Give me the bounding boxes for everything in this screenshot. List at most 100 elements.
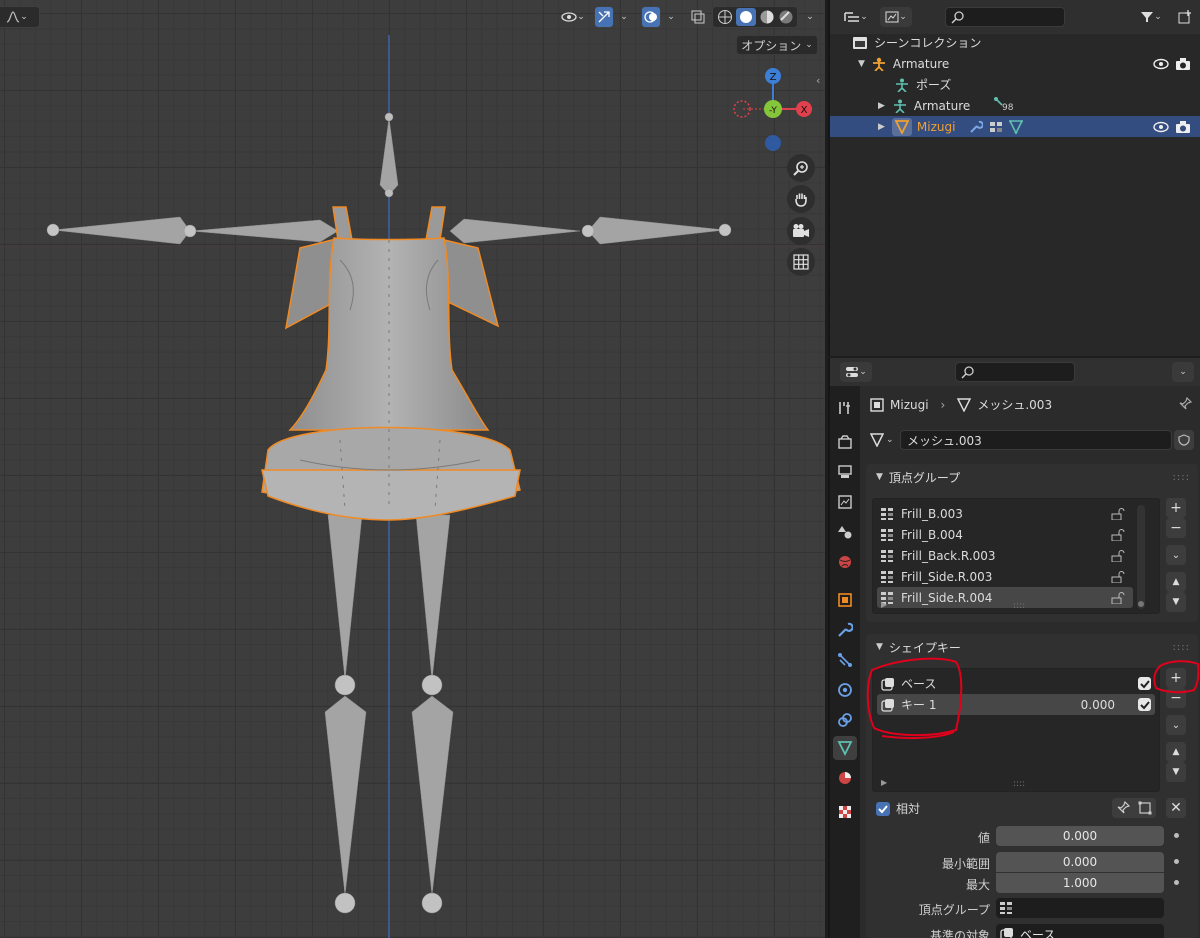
move-down-button[interactable]: ▼	[1166, 762, 1186, 782]
scene-render[interactable]	[0, 0, 825, 938]
pin-icon[interactable]	[1116, 801, 1130, 815]
outliner-item-pose[interactable]: ポーズ	[830, 74, 1200, 95]
move-down-button[interactable]: ▼	[1166, 592, 1186, 612]
shape-key-value[interactable]: 0.000	[1081, 698, 1115, 712]
xray-toggle-button[interactable]	[688, 6, 708, 28]
tab-render[interactable]	[833, 430, 857, 454]
list-item[interactable]: Frill_Back.R.003	[877, 545, 1133, 566]
tab-material[interactable]	[833, 766, 857, 790]
outliner-item-armature-data[interactable]: ▶ Armature 98	[830, 95, 1200, 116]
tab-modifiers[interactable]	[833, 618, 857, 642]
vertex-group-specials-button[interactable]: ⌄	[1166, 545, 1186, 565]
tab-particles[interactable]	[833, 648, 857, 672]
outliner-item-mizugi[interactable]: ▶ Mizugi	[830, 116, 1200, 137]
display-mode-dropdown[interactable]: ⌄	[880, 7, 912, 27]
unlocked-icon[interactable]	[1111, 528, 1125, 541]
new-collection-button[interactable]	[1174, 7, 1196, 27]
clear-shape-keys-button[interactable]: ✕	[1166, 798, 1186, 818]
shading-dropdown[interactable]: ⌄	[801, 6, 819, 28]
keyframe-dot-icon[interactable]	[1174, 880, 1179, 885]
shape-key-mute-checkbox[interactable]	[1138, 677, 1151, 690]
list-item[interactable]: ベース	[877, 673, 1155, 694]
scene-collection-row[interactable]: シーンコレクション	[830, 32, 1200, 53]
rendered-shading-icon[interactable]	[778, 9, 794, 25]
move-up-button[interactable]: ▲	[1166, 742, 1186, 762]
solid-shading-button[interactable]	[735, 8, 756, 26]
expand-triangle-icon[interactable]: ▶	[878, 101, 885, 111]
keyframe-dot-icon[interactable]	[1174, 859, 1179, 864]
eye-icon[interactable]	[1153, 121, 1169, 133]
edit-mode-icon[interactable]	[1138, 801, 1152, 815]
list-item[interactable]: キー 1 0.000	[877, 694, 1155, 715]
list-item[interactable]: Frill_B.004	[877, 524, 1133, 545]
tab-world[interactable]	[833, 550, 857, 574]
options-dropdown[interactable]: オプション ⌄	[736, 35, 818, 55]
add-vertex-group-button[interactable]: +	[1166, 498, 1186, 518]
unlocked-icon[interactable]	[1111, 549, 1125, 562]
outliner-search-input[interactable]	[945, 7, 1065, 27]
relative-to-field[interactable]: ベース	[996, 924, 1164, 938]
properties-search-input[interactable]	[955, 362, 1075, 382]
properties-options-dropdown[interactable]: ⌄	[1172, 362, 1194, 382]
proportional-editing-button[interactable]: ⌄	[0, 6, 40, 28]
ortho-toggle-button[interactable]	[787, 248, 815, 276]
list-item[interactable]: Frill_B.003	[877, 503, 1133, 524]
list-item[interactable]: Frill_Side.R.003	[877, 566, 1133, 587]
relative-toggle[interactable]: 相対	[876, 800, 920, 817]
shape-keys-list[interactable]: ベース キー 1 0.000 ▶ ::::	[872, 668, 1160, 792]
shape-key-specials-button[interactable]: ⌄	[1166, 715, 1186, 735]
tab-tool[interactable]	[833, 396, 857, 420]
drag-handle-icon[interactable]: ::::	[1173, 472, 1190, 483]
render-camera-icon[interactable]	[1175, 57, 1191, 71]
wrench-modifier-icon[interactable]	[969, 120, 984, 134]
outliner-item-armature[interactable]: ▼ Armature	[830, 53, 1200, 74]
relative-checkbox[interactable]	[876, 801, 890, 816]
tab-mesh-data[interactable]	[833, 736, 857, 760]
tab-view-layer[interactable]	[833, 490, 857, 514]
remove-vertex-group-button[interactable]: −	[1166, 518, 1186, 538]
tab-object[interactable]	[833, 588, 857, 612]
gizmo-dropdown[interactable]: ⌄	[616, 6, 632, 28]
pan-tool-button[interactable]	[787, 185, 815, 213]
expand-triangle-icon[interactable]: ▶	[881, 778, 887, 787]
vertex-group-field[interactable]	[996, 898, 1164, 918]
tab-constraints[interactable]	[833, 708, 857, 732]
unlocked-icon[interactable]	[1111, 507, 1125, 520]
zoom-tool-button[interactable]	[787, 154, 815, 182]
render-camera-icon[interactable]	[1175, 120, 1191, 134]
eye-icon[interactable]	[1153, 58, 1169, 70]
unlocked-icon[interactable]	[1111, 591, 1125, 604]
editor-type-dropdown[interactable]: ⌄	[840, 7, 872, 27]
expand-triangle-icon[interactable]: ▼	[858, 59, 865, 69]
add-shape-key-button[interactable]: +	[1166, 668, 1186, 688]
overlays-dropdown[interactable]: ⌄	[663, 6, 679, 28]
drag-handle-icon[interactable]: ::::	[1173, 642, 1190, 653]
gizmo-neg-z[interactable]	[765, 135, 781, 151]
move-up-button[interactable]: ▲	[1166, 572, 1186, 592]
mesh-data-icon[interactable]	[1009, 119, 1024, 134]
vertex-groups-header[interactable]: ▼ 頂点グループ ::::	[866, 464, 1198, 490]
sidebar-toggle-arrow[interactable]: ‹	[816, 74, 820, 87]
slider-max-field[interactable]: 1.000	[996, 873, 1164, 893]
mesh-browse-button[interactable]: ⌄	[870, 430, 898, 450]
overlays-toggle-button[interactable]	[641, 6, 661, 28]
object-visibility-button[interactable]: ⌄	[557, 6, 589, 28]
vertex-groups-icon[interactable]	[989, 120, 1003, 134]
editor-type-dropdown[interactable]: ⌄	[840, 362, 872, 382]
tab-texture[interactable]	[833, 800, 857, 824]
camera-view-button[interactable]	[787, 217, 815, 245]
list-item[interactable]: Frill_Side.R.004	[877, 587, 1133, 608]
remove-shape-key-button[interactable]: −	[1166, 688, 1186, 708]
shape-key-mute-checkbox[interactable]	[1138, 698, 1151, 711]
filter-dropdown[interactable]: ⌄	[1135, 7, 1167, 27]
resize-handle-icon[interactable]: ::::	[1013, 779, 1025, 789]
gizmo-toggle-button[interactable]	[594, 6, 614, 28]
tab-physics[interactable]	[833, 678, 857, 702]
pin-icon[interactable]	[1178, 397, 1192, 411]
vertex-groups-list[interactable]: Frill_B.003 Frill_B.004 Frill_Back.R.003	[872, 498, 1160, 614]
keyframe-dot-icon[interactable]	[1174, 833, 1179, 838]
navigation-gizmo[interactable]: Z -Y X	[726, 62, 820, 156]
3d-viewport[interactable]: ⌄ ⌄ ⌄ ⌄ ⌄ オプション ⌄ Z -Y X ‹	[0, 0, 825, 938]
resize-handle-icon[interactable]: ::::	[1013, 601, 1025, 611]
scrollbar-thumb[interactable]	[1138, 601, 1144, 607]
